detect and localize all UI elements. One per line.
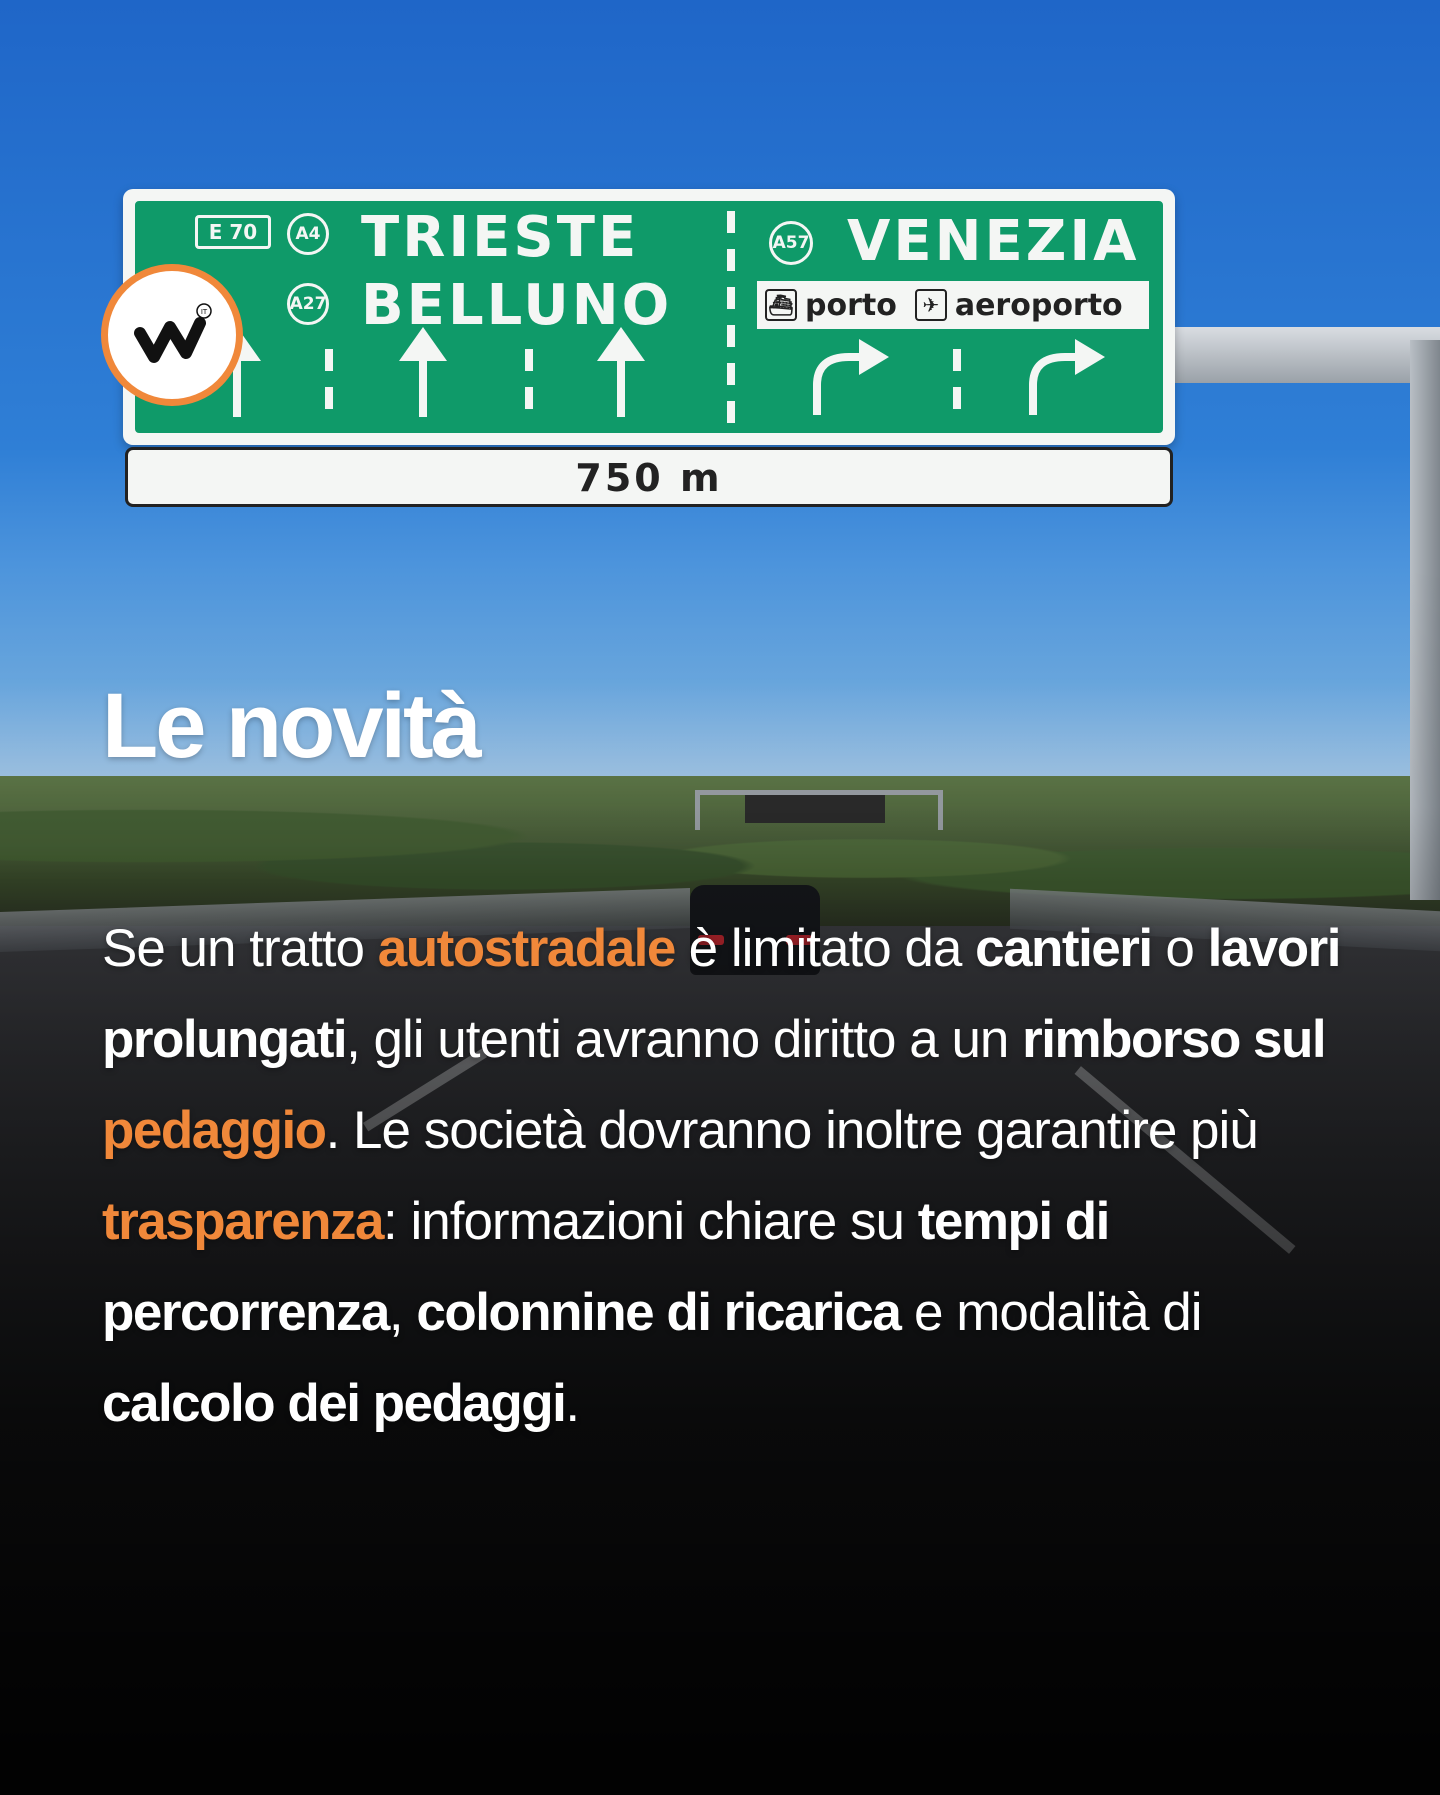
distance-label: 750 m <box>575 456 723 500</box>
airplane-icon: ✈ <box>914 289 947 321</box>
page-title: Le novità <box>102 675 482 777</box>
route-badge-a27: A27 <box>287 283 329 325</box>
body-text: Se un tratto <box>102 919 378 978</box>
body-text: è limitato da <box>674 919 976 978</box>
arrow-up-icon <box>233 361 241 417</box>
body-text: , <box>388 1283 417 1342</box>
wn-logo-icon: IT <box>134 303 212 363</box>
sign-gantry-beam <box>1175 327 1440 383</box>
distance-panel: 750 m <box>125 447 1173 507</box>
lane-divider <box>525 349 533 371</box>
brand-logo: IT <box>101 264 243 406</box>
arrow-up-icon <box>617 361 625 417</box>
lane-divider <box>953 387 961 409</box>
lane-divider <box>727 363 735 385</box>
lane-divider <box>325 387 333 409</box>
route-badge-a57: A57 <box>769 221 813 265</box>
route-badge-e70: E 70 <box>195 215 271 249</box>
lane-divider <box>727 325 735 347</box>
body-text: o <box>1151 919 1208 978</box>
label-aeroporto: aeroporto <box>954 287 1123 323</box>
lane-divider <box>727 249 735 271</box>
lane-divider <box>525 387 533 409</box>
lane-divider <box>727 211 735 233</box>
lane-divider <box>727 401 735 423</box>
body-paragraph: Se un tratto autostradale è limitato da … <box>102 903 1362 1449</box>
services-panel: ⛴ porto ✈ aeroporto <box>757 281 1149 329</box>
highlight-autostradale: autostradale <box>377 919 677 978</box>
lane-divider <box>325 349 333 371</box>
lane-divider <box>727 287 735 309</box>
arrow-turn-right-icon <box>1029 339 1105 415</box>
destination-trieste: TRIESTE <box>361 205 640 270</box>
body-text: , gli utenti avranno diritto a un <box>346 1010 1023 1069</box>
bold-cantieri: cantieri <box>975 919 1153 978</box>
destination-venezia: VENEZIA <box>847 209 1140 274</box>
route-badge-a4: A4 <box>287 213 329 255</box>
arrow-turn-right-icon <box>813 339 889 415</box>
bold-calcolo-pedaggi: calcolo dei pedaggi <box>102 1374 567 1433</box>
body-text: : informazioni chiare su <box>383 1192 918 1251</box>
arrow-up-icon <box>399 327 447 361</box>
highway-sign-panel: E 70 A4 A27 TRIESTE BELLUNO A57 VENEZIA … <box>131 197 1167 437</box>
bold-colonnine: colonnine di ricarica <box>416 1283 901 1342</box>
label-porto: porto <box>805 287 897 323</box>
highlight-pedaggio: pedaggio <box>102 1101 327 1160</box>
body-text: . Le società dovranno inoltre garantire … <box>325 1101 1259 1160</box>
ship-icon: ⛴ <box>765 289 797 321</box>
lane-divider <box>953 349 961 371</box>
body-text: e modalità di <box>900 1283 1203 1342</box>
body-text: . <box>565 1374 580 1433</box>
logo-superscript: IT <box>201 308 208 316</box>
bold-rimborso: rimborso sul <box>1022 1010 1327 1069</box>
highlight-trasparenza: trasparenza <box>102 1192 385 1251</box>
arrow-up-icon <box>597 327 645 361</box>
arrow-up-icon <box>419 361 427 417</box>
poster: E 70 A4 A27 TRIESTE BELLUNO A57 VENEZIA … <box>0 0 1440 1795</box>
